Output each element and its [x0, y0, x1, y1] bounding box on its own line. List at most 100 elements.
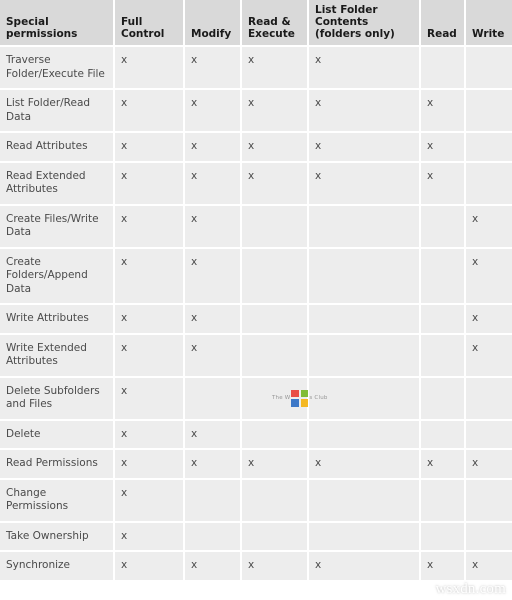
permission-mark-cell-modify: x [185, 305, 242, 335]
column-header-modify: Modify [185, 0, 242, 47]
permission-mark-cell-read_execute: x [242, 552, 309, 582]
permission-mark-cell-write: x [466, 205, 512, 249]
permission-mark-cell-full_control: x [115, 305, 185, 335]
permission-mark-cell-write [466, 47, 512, 90]
permission-mark-cell-write [466, 479, 512, 523]
table-row: List Folder/Read Data x x x x x [0, 90, 512, 133]
permission-mark-cell-write: x [466, 552, 512, 582]
permission-mark-cell-list_folder_contents [309, 205, 421, 249]
permission-name-cell: Create Files/Write Data [0, 205, 115, 249]
table-body: Traverse Folder/Execute File x x x x List Fol… [0, 47, 512, 582]
permission-mark-cell-read_execute [242, 305, 309, 335]
table-row: Write Attributes x x x [0, 305, 512, 335]
permission-name-cell: Read Permissions [0, 450, 115, 480]
permission-mark-cell-list_folder_contents: x [309, 47, 421, 90]
permission-mark-cell-full_control: x [115, 334, 185, 378]
table-row: Change Permissions x [0, 479, 512, 523]
permission-mark-cell-write [466, 420, 512, 450]
permission-mark-cell-write [466, 377, 512, 421]
permission-mark-cell-write [466, 133, 512, 163]
permission-mark-cell-read [421, 334, 466, 378]
table-row: Synchronize x x x x x x [0, 552, 512, 582]
column-header-special_permissions: Special permissions [0, 0, 115, 47]
permission-mark-cell-read: x [421, 133, 466, 163]
permission-mark-cell-modify: x [185, 450, 242, 480]
ntfs-permissions-table: Special permissions Full Control Modify Rea… [0, 0, 512, 582]
permission-mark-cell-write [466, 90, 512, 133]
permission-mark-cell-full_control: x [115, 420, 185, 450]
permission-mark-cell-modify [185, 377, 242, 421]
permission-mark-cell-write: x [466, 334, 512, 378]
permission-mark-cell-modify [185, 522, 242, 552]
permission-mark-cell-read [421, 479, 466, 523]
site-watermark: wsxdn.com [435, 581, 506, 597]
permission-mark-cell-modify: x [185, 552, 242, 582]
column-header-full_control: Full Control [115, 0, 185, 47]
permission-mark-cell-read [421, 522, 466, 552]
permission-name-cell: Take Ownership [0, 522, 115, 552]
permission-mark-cell-read_execute [242, 420, 309, 450]
permission-mark-cell-list_folder_contents [309, 522, 421, 552]
permission-mark-cell-read_execute: x [242, 47, 309, 90]
permission-mark-cell-full_control: x [115, 552, 185, 582]
permission-name-cell: Delete Subfolders and Files [0, 377, 115, 421]
permission-mark-cell-full_control: x [115, 479, 185, 523]
permission-mark-cell-read_execute: x [242, 162, 309, 206]
permission-mark-cell-list_folder_contents: x [309, 133, 421, 163]
permission-mark-cell-list_folder_contents: x [309, 450, 421, 480]
permission-mark-cell-modify: x [185, 162, 242, 206]
permission-name-cell: Write Extended Attributes [0, 334, 115, 378]
permission-name-cell: Traverse Folder/Execute File [0, 47, 115, 90]
permission-mark-cell-full_control: x [115, 133, 185, 163]
permission-name-cell: Read Extended Attributes [0, 162, 115, 206]
permission-name-cell: Delete [0, 420, 115, 450]
permission-mark-cell-list_folder_contents [309, 420, 421, 450]
column-header-list_folder_contents: List Folder Contents (folders only) [309, 0, 421, 47]
permission-name-cell: Synchronize [0, 552, 115, 582]
permission-mark-cell-read: x [421, 552, 466, 582]
permission-name-cell: List Folder/Read Data [0, 90, 115, 133]
permission-mark-cell-read_execute: x [242, 90, 309, 133]
permission-mark-cell-read_execute [242, 248, 309, 305]
column-header-write: Write [466, 0, 512, 47]
column-header-read_execute: Read & Execute [242, 0, 309, 47]
permission-mark-cell-full_control: x [115, 450, 185, 480]
permission-mark-cell-read [421, 305, 466, 335]
table-row: Create Files/Write Data x x x [0, 205, 512, 249]
permission-mark-cell-read: x [421, 162, 466, 206]
permission-mark-cell-list_folder_contents [309, 334, 421, 378]
permission-mark-cell-read_execute [242, 377, 309, 421]
permission-mark-cell-list_folder_contents [309, 305, 421, 335]
permission-mark-cell-read_execute: x [242, 450, 309, 480]
permission-mark-cell-read_execute [242, 205, 309, 249]
permission-mark-cell-modify: x [185, 334, 242, 378]
table-row: Take Ownership x [0, 522, 512, 552]
permission-mark-cell-write [466, 522, 512, 552]
permission-name-cell: Create Folders/Append Data [0, 248, 115, 305]
table-row: Read Attributes x x x x x [0, 133, 512, 163]
permission-mark-cell-write: x [466, 305, 512, 335]
table-row: Write Extended Attributes x x x [0, 334, 512, 378]
permission-mark-cell-modify: x [185, 420, 242, 450]
table-row: Traverse Folder/Execute File x x x x [0, 47, 512, 90]
column-header-read: Read [421, 0, 466, 47]
permission-mark-cell-write: x [466, 450, 512, 480]
table-row: Read Extended Attributes x x x x x [0, 162, 512, 206]
permission-name-cell: Read Attributes [0, 133, 115, 163]
permission-mark-cell-list_folder_contents [309, 248, 421, 305]
permission-name-cell: Change Permissions [0, 479, 115, 523]
permission-mark-cell-read: x [421, 450, 466, 480]
permission-name-cell: Write Attributes [0, 305, 115, 335]
permission-mark-cell-write: x [466, 248, 512, 305]
permission-mark-cell-modify [185, 479, 242, 523]
permission-mark-cell-full_control: x [115, 162, 185, 206]
permission-mark-cell-read [421, 420, 466, 450]
permission-mark-cell-read_execute [242, 522, 309, 552]
permission-mark-cell-full_control: x [115, 47, 185, 90]
table-row: Read Permissions x x x x x x [0, 450, 512, 480]
table-header: Special permissions Full Control Modify Rea… [0, 0, 512, 47]
permission-mark-cell-modify: x [185, 205, 242, 249]
table-row: Create Folders/Append Data x x x [0, 248, 512, 305]
permission-mark-cell-modify: x [185, 248, 242, 305]
table-row: Delete x x [0, 420, 512, 450]
